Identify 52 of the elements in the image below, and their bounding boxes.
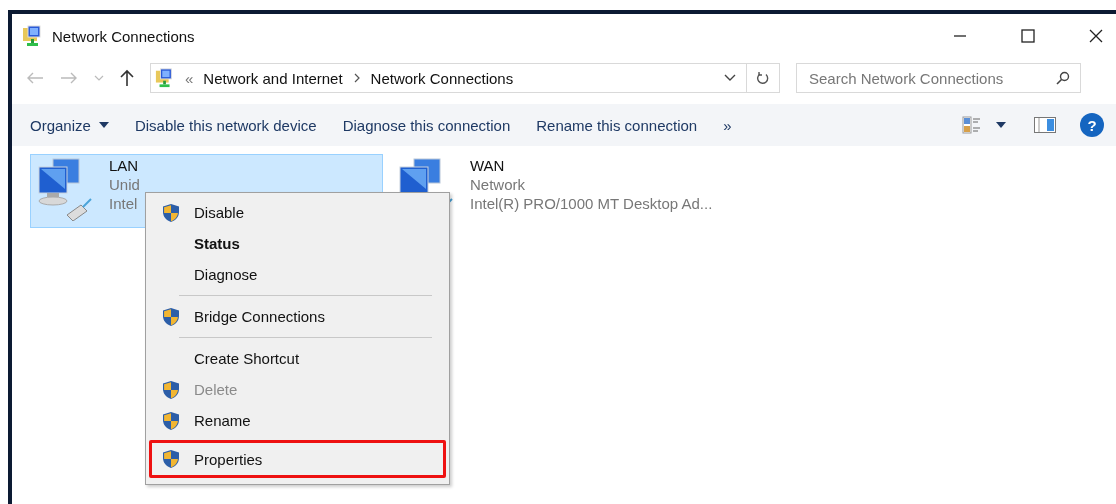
window-title: Network Connections <box>52 27 195 45</box>
menu-item-label: Diagnose <box>194 266 258 283</box>
breadcrumb-item[interactable]: Network Connections <box>370 69 514 87</box>
network-folder-icon <box>22 25 44 47</box>
up-arrow-icon[interactable] <box>120 69 134 87</box>
menu-item[interactable]: Diagnose <box>149 259 446 290</box>
breadcrumb-chevron-icon[interactable] <box>352 73 361 83</box>
adapter-name: Intel <box>109 195 139 212</box>
network-folder-icon <box>155 68 175 88</box>
shield-icon <box>162 449 180 469</box>
search-field[interactable]: Search Network Connections <box>796 63 1081 93</box>
close-icon[interactable] <box>1088 28 1104 44</box>
shield-icon <box>162 379 180 400</box>
view-options-icon[interactable] <box>962 115 982 135</box>
menu-item[interactable]: Properties <box>149 440 446 478</box>
breadcrumb-item[interactable]: Network and Internet <box>203 69 343 87</box>
connection-name: LAN <box>109 157 140 174</box>
connection-status: Unid <box>109 176 140 193</box>
search-input[interactable]: Search Network Connections <box>807 68 1056 88</box>
dropdown-caret-icon[interactable] <box>724 74 736 82</box>
shield-icon <box>162 306 180 327</box>
help-button[interactable]: ? <box>1080 113 1104 137</box>
menu-item[interactable]: Rename <box>149 405 446 436</box>
network-adapter-icon <box>35 157 95 221</box>
command-button[interactable]: Diagnose this connection <box>336 112 517 138</box>
maximize-icon[interactable] <box>1020 28 1036 44</box>
caret-icon <box>98 122 109 128</box>
menu-item-label: Create Shortcut <box>194 350 300 367</box>
menu-item-label: Status <box>194 235 240 252</box>
command-button[interactable]: Disable this network device <box>128 112 323 138</box>
shield-icon <box>162 202 180 223</box>
connection-status: Network <box>470 176 526 193</box>
menu-item-label: Delete <box>194 381 238 398</box>
shield-icon <box>162 410 180 431</box>
refresh-icon <box>756 71 770 85</box>
menu-item-label: Bridge Connections <box>194 308 325 325</box>
menu-item[interactable]: Status <box>149 228 446 259</box>
overflow-chevron[interactable]: « <box>185 69 194 87</box>
command-button[interactable]: » <box>717 112 738 138</box>
menu-item[interactable]: Create Shortcut <box>149 343 446 374</box>
menu-item-label: Disable <box>194 204 245 221</box>
menu-item-label: Rename <box>194 412 251 429</box>
preview-pane-icon[interactable] <box>1034 117 1056 133</box>
connection-name: WAN <box>470 157 506 174</box>
menu-item[interactable]: Bridge Connections <box>149 301 446 332</box>
command-button[interactable]: Rename this connection <box>530 112 704 138</box>
organize-menu-button[interactable]: Organize <box>24 112 115 138</box>
adapter-name: Intel(R) PRO/1000 MT Desktop Ad... <box>470 195 713 212</box>
caret-icon[interactable] <box>996 122 1006 128</box>
menu-item-label: Properties <box>194 450 263 468</box>
search-icon <box>1056 71 1070 85</box>
address-bar[interactable]: « Network and Internet Network Connections <box>150 63 780 93</box>
